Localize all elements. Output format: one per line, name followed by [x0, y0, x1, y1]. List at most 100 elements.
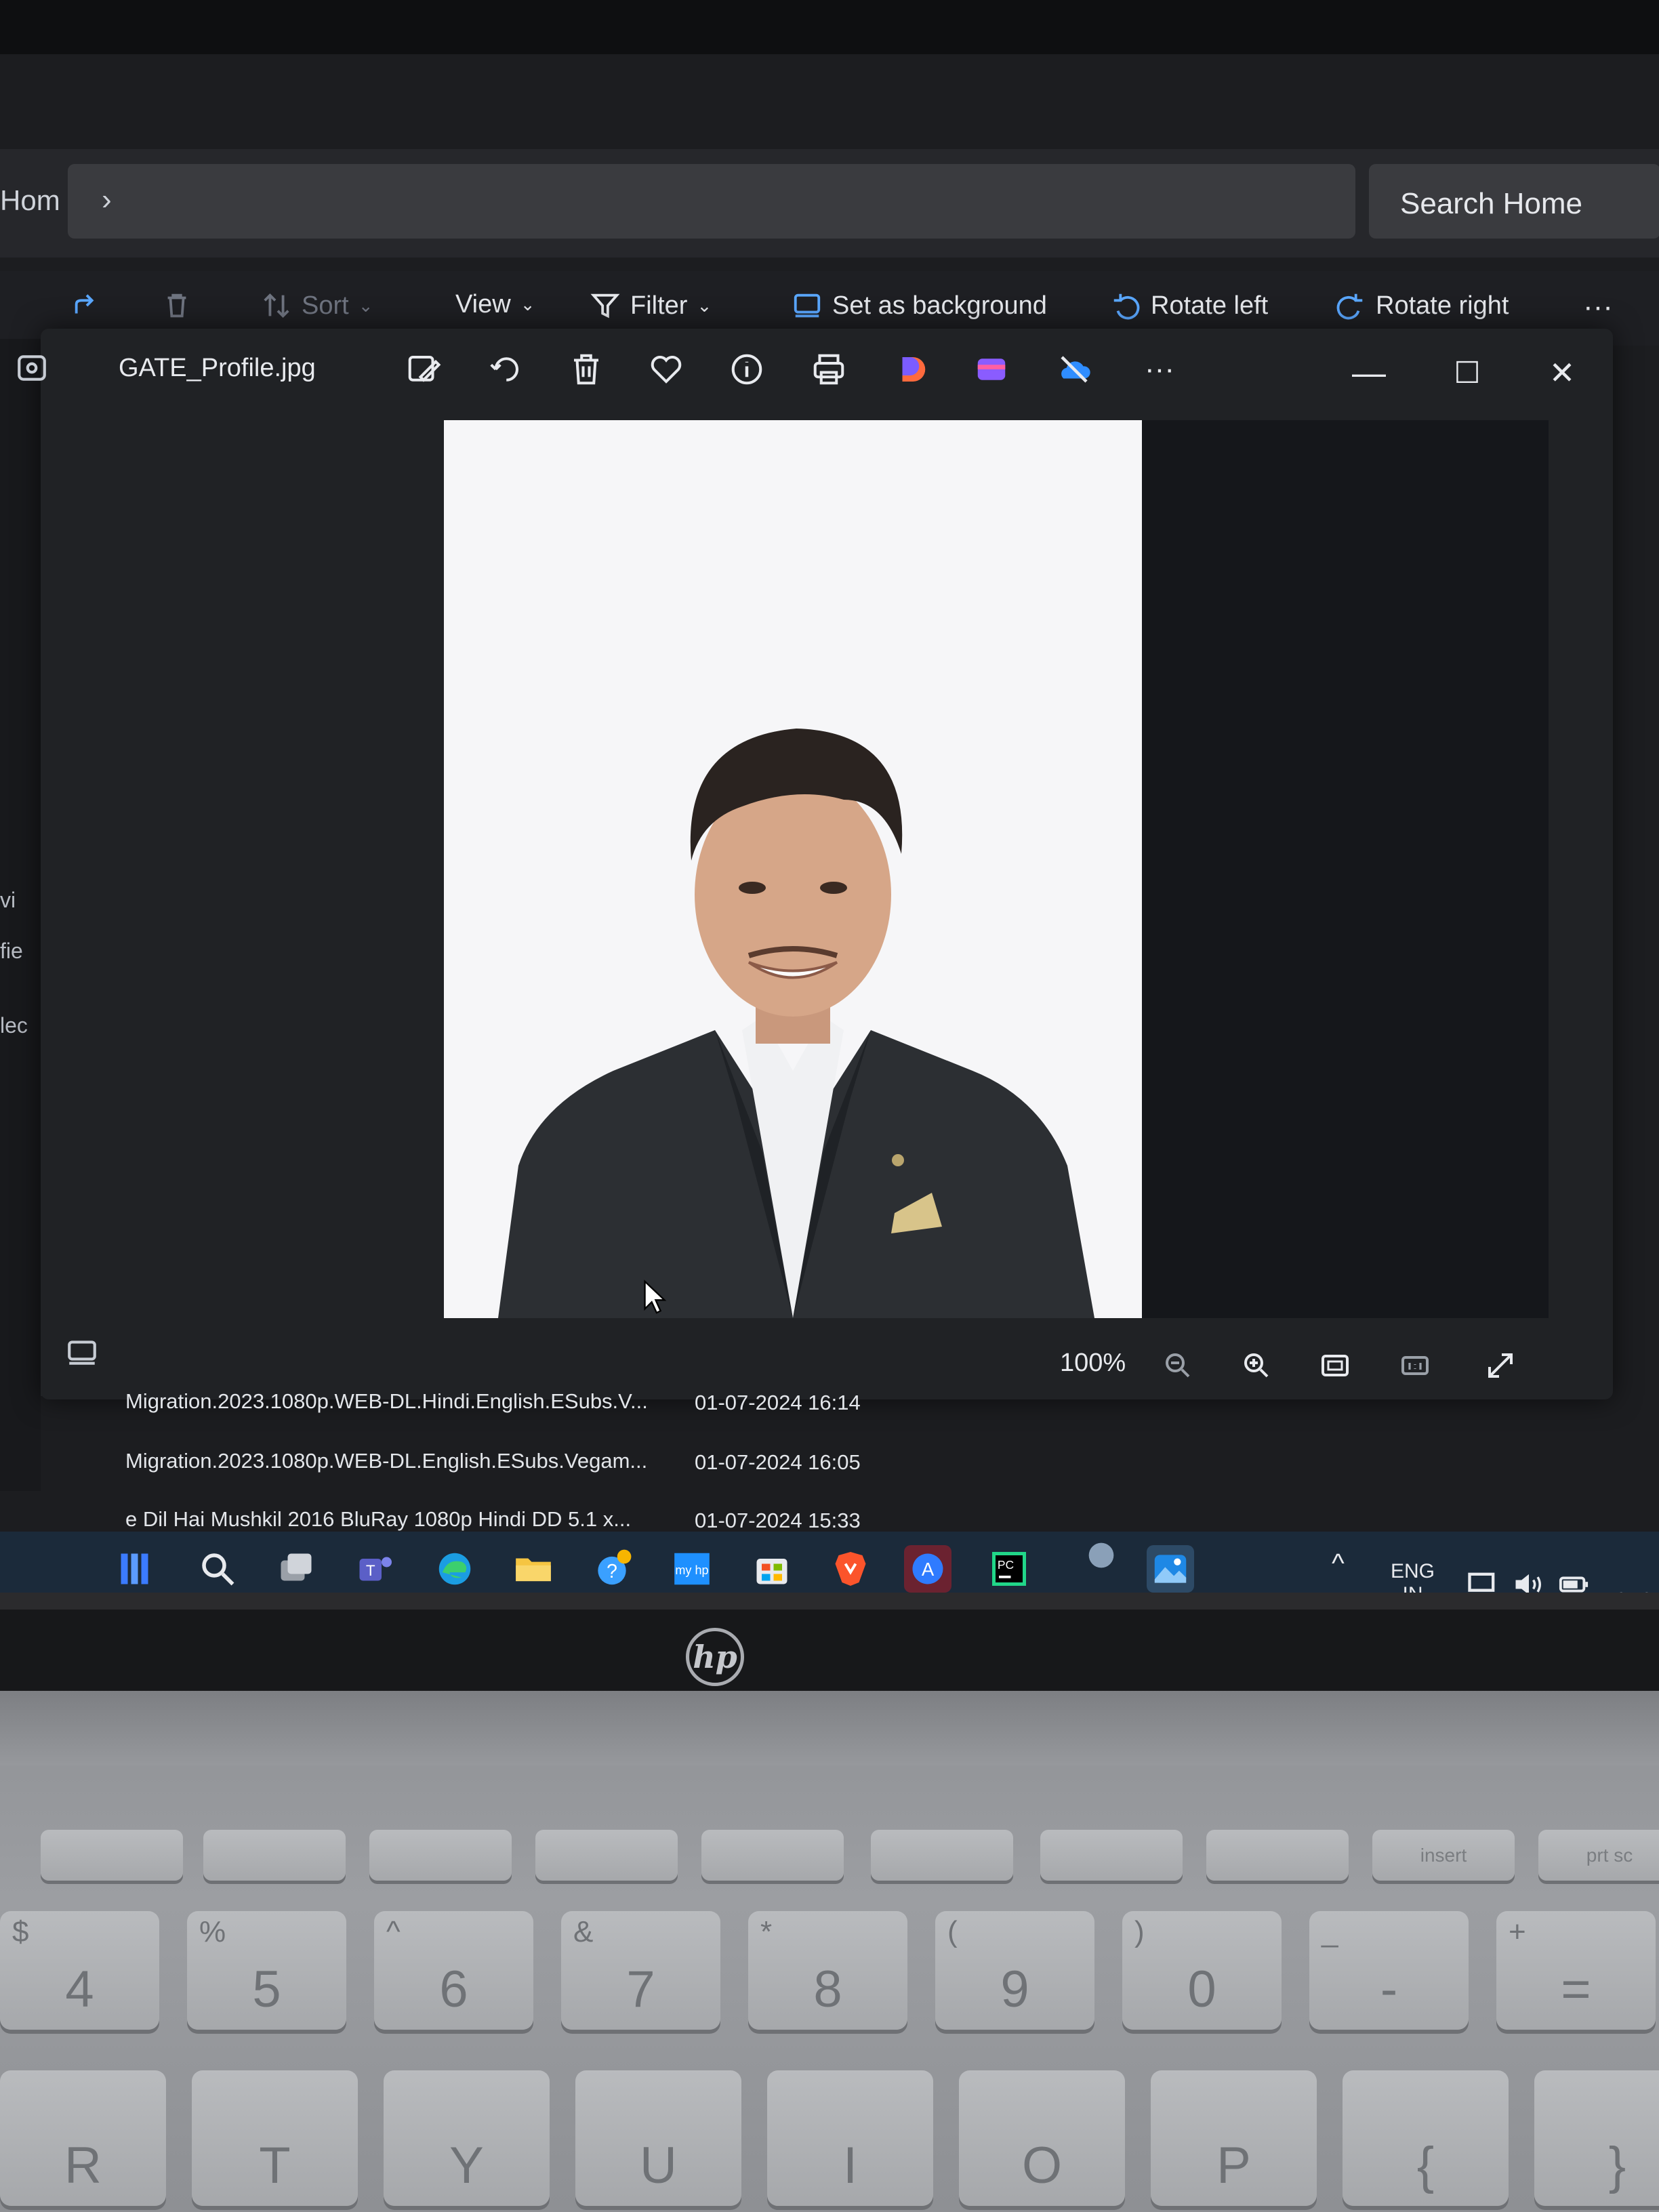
rotate-icon	[490, 357, 518, 382]
function-key[interactable]	[701, 1830, 844, 1881]
nav-fragment[interactable]: lec	[0, 1013, 28, 1038]
file-date: 01-07-2024 15:33	[695, 1509, 861, 1532]
print-button[interactable]	[805, 346, 853, 393]
svg-text:A: A	[922, 1559, 935, 1580]
rotate-right-button[interactable]: Rotate right	[1335, 290, 1509, 321]
file-info-button[interactable]	[723, 346, 771, 393]
letter-key[interactable]: Y	[384, 2070, 550, 2206]
function-key[interactable]	[535, 1830, 678, 1881]
brave-icon[interactable]	[827, 1545, 874, 1593]
maximize-button[interactable]: ☐	[1440, 349, 1494, 396]
number-key[interactable]: * 8	[748, 1911, 907, 2030]
file-name[interactable]: Migration.2023.1080p.WEB-DL.English.ESub…	[125, 1449, 647, 1473]
letter-key[interactable]: R	[0, 2070, 166, 2206]
app-installer-icon[interactable]: A	[904, 1545, 951, 1593]
function-key[interactable]	[1040, 1830, 1183, 1881]
letter-key[interactable]: }	[1534, 2070, 1659, 2206]
function-key[interactable]: prt sc	[1538, 1830, 1659, 1881]
fit-window-icon	[1322, 1355, 1349, 1376]
profile-avatar-icon[interactable]	[1084, 1538, 1118, 1572]
function-key[interactable]: insert	[1372, 1830, 1515, 1881]
close-button[interactable]: ✕	[1535, 349, 1589, 396]
delete-icon[interactable]	[161, 290, 192, 321]
key-shift-label: %	[199, 1915, 226, 1948]
network-icon[interactable]	[1465, 1567, 1500, 1593]
number-key[interactable]: & 7	[561, 1911, 720, 2030]
search-icon[interactable]	[194, 1545, 241, 1593]
file-explorer-icon[interactable]	[510, 1545, 557, 1593]
full-screen-button[interactable]	[1480, 1345, 1521, 1386]
zoom-out-icon	[1166, 1353, 1190, 1378]
address-box[interactable]	[68, 164, 1355, 239]
viewer-more-button[interactable]: ···	[1136, 346, 1183, 393]
letter-key[interactable]: P	[1151, 2070, 1317, 2206]
letter-key[interactable]: U	[575, 2070, 741, 2206]
battery-icon[interactable]	[1556, 1569, 1591, 1593]
language-indicator[interactable]: ENG IN	[1391, 1560, 1435, 1593]
function-key[interactable]	[1206, 1830, 1349, 1881]
volume-icon[interactable]	[1511, 1567, 1547, 1593]
letter-key[interactable]: O	[959, 2070, 1125, 2206]
delete-button[interactable]	[562, 346, 610, 393]
nav-fragment[interactable]: fie	[0, 939, 23, 964]
onedrive-button[interactable]	[1050, 346, 1098, 393]
function-key[interactable]	[203, 1830, 346, 1881]
file-name[interactable]: e Dil Hai Mushkil 2016 BluRay 1080p Hind…	[125, 1507, 631, 1532]
microsoft-store-icon[interactable]	[748, 1545, 796, 1593]
rotate-button[interactable]	[481, 346, 529, 393]
letter-key[interactable]: I	[767, 2070, 933, 2206]
number-key[interactable]: ) 0	[1122, 1911, 1282, 2030]
teams-icon[interactable]: T	[351, 1545, 398, 1593]
favorite-button[interactable]	[642, 346, 690, 393]
clipchamp-button[interactable]	[968, 346, 1015, 393]
task-view-icon[interactable]	[272, 1545, 320, 1593]
show-hidden-icons-chevron[interactable]: ^	[1332, 1550, 1345, 1577]
edit-image-button[interactable]	[400, 346, 447, 393]
edge-icon[interactable]	[431, 1545, 478, 1593]
key-main-label: R	[64, 2137, 102, 2194]
sort-button[interactable]: Sort ⌄	[261, 290, 373, 321]
nav-fragment[interactable]: vi	[0, 888, 16, 913]
file-name[interactable]: Migration.2023.1080p.WEB-DL.Hindi.Englis…	[125, 1389, 648, 1414]
info-icon	[731, 354, 762, 385]
function-key[interactable]	[369, 1830, 512, 1881]
set-as-background-button[interactable]: Set as background	[792, 290, 1047, 321]
designer-button[interactable]	[888, 346, 935, 393]
help-icon[interactable]: ?	[588, 1545, 636, 1593]
key-shift-label: +	[1509, 1915, 1526, 1948]
number-key[interactable]: + =	[1496, 1911, 1656, 2030]
zoom-in-button[interactable]	[1236, 1345, 1277, 1386]
number-key[interactable]: $4	[0, 1911, 159, 2030]
address-crumb-home[interactable]: Hom	[0, 184, 60, 217]
toolbar-more-button[interactable]: ···	[1583, 290, 1613, 324]
function-key[interactable]	[871, 1830, 1013, 1881]
myhp-icon[interactable]: my hp	[668, 1545, 716, 1593]
photos-icon[interactable]	[1147, 1545, 1194, 1593]
function-key[interactable]	[41, 1830, 183, 1881]
actual-size-button[interactable]	[1395, 1345, 1435, 1386]
viewer-canvas-background	[1142, 420, 1549, 1318]
key-main-label: I	[842, 2137, 858, 2194]
clock-date[interactable]: 04-0	[1616, 1587, 1652, 1593]
view-button[interactable]: View ⌄	[455, 290, 535, 319]
number-key[interactable]: % 5	[187, 1911, 346, 2030]
fit-to-window-button[interactable]	[1315, 1345, 1355, 1386]
minimize-button[interactable]: —	[1342, 349, 1396, 396]
address-chevron-icon[interactable]: ›	[102, 183, 112, 217]
zoom-out-button[interactable]	[1158, 1345, 1198, 1386]
share-icon[interactable]	[71, 290, 102, 321]
filmstrip-icon[interactable]	[65, 1335, 99, 1369]
rotate-left-button[interactable]: Rotate left	[1110, 290, 1268, 321]
letter-key[interactable]: T	[192, 2070, 358, 2206]
number-key[interactable]: (9	[935, 1911, 1094, 2030]
svg-text:PC: PC	[998, 1558, 1014, 1572]
number-key[interactable]: ^ 6	[374, 1911, 533, 2030]
start-icon[interactable]	[112, 1545, 160, 1593]
letter-key[interactable]: {	[1343, 2070, 1509, 2206]
viewer-file-title: GATE_Profile.jpg	[119, 354, 316, 382]
pycharm-icon[interactable]: PC	[985, 1545, 1033, 1593]
number-key[interactable]: _ -	[1309, 1911, 1469, 2030]
designer-icon	[902, 357, 926, 382]
zoom-level[interactable]: 100%	[1060, 1349, 1126, 1378]
filter-button[interactable]: Filter ⌄	[590, 290, 712, 321]
